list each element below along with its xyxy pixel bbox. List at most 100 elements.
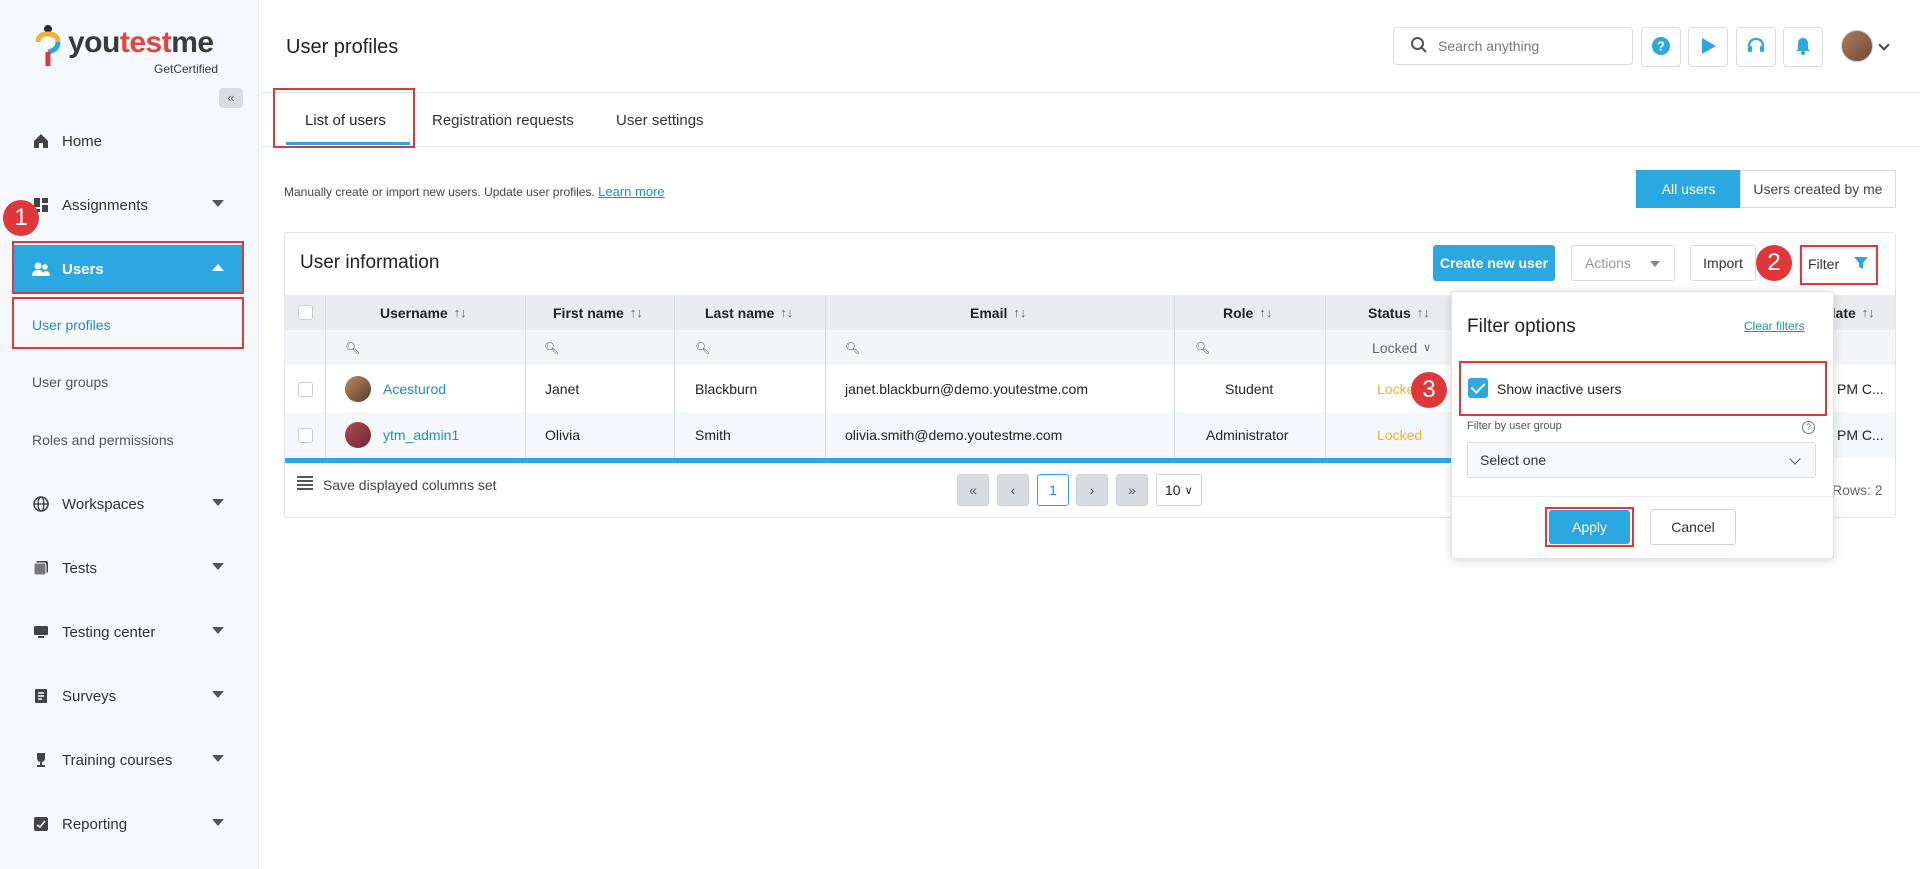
email-filter-search-icon[interactable]: 🔍︎ xyxy=(845,330,860,365)
col-last-name[interactable]: Last name ↑↓ xyxy=(705,295,793,330)
first-page-button[interactable]: « xyxy=(957,474,989,506)
avatar xyxy=(345,376,371,402)
username-link[interactable]: ytm_admin1 xyxy=(383,427,459,443)
create-new-user-button[interactable]: Create new user xyxy=(1433,245,1555,281)
row-checkbox[interactable] xyxy=(298,427,313,443)
chevron-down-icon xyxy=(212,819,224,826)
sidebar-item-label: Assignments xyxy=(62,196,148,214)
chevron-right-icon: › xyxy=(1089,482,1095,498)
search-input[interactable]: Search anything xyxy=(1393,27,1633,65)
last-page-button[interactable]: » xyxy=(1116,474,1148,506)
column-divider xyxy=(1325,295,1326,458)
popup-divider xyxy=(1452,496,1833,497)
first-name-cell: Janet xyxy=(545,381,580,397)
help-button[interactable]: ? xyxy=(1641,27,1681,67)
username-cell: ytm_admin1 xyxy=(345,412,459,458)
step-badge-1: 1 xyxy=(3,200,39,236)
sidebar-item-assignments[interactable]: Assignments xyxy=(14,181,242,229)
chevron-down-icon: ∨ xyxy=(1423,342,1432,354)
col-status[interactable]: Status ↑↓ xyxy=(1368,295,1430,330)
list-icon xyxy=(297,476,313,493)
tabs-divider xyxy=(260,146,1920,147)
sort-icon: ↑↓ xyxy=(1013,305,1027,320)
rows-count: Rows: 2 xyxy=(1832,482,1883,498)
step-badge-2: 2 xyxy=(1756,245,1792,281)
user-avatar[interactable] xyxy=(1841,30,1873,62)
sidebar-item-home[interactable]: Home xyxy=(14,117,242,165)
sidebar-item-label: Home xyxy=(62,132,103,150)
page-size-select[interactable]: 10 ∨ xyxy=(1156,474,1202,506)
globe-icon xyxy=(32,495,50,513)
prev-page-button[interactable]: ‹ xyxy=(997,474,1029,506)
email-cell: olivia.smith@demo.youtestme.com xyxy=(845,427,1063,443)
card-title: User information xyxy=(300,252,440,273)
sidebar-item-testing-center[interactable]: Testing center xyxy=(14,608,242,656)
username-filter-search-icon[interactable]: 🔍︎ xyxy=(345,330,360,365)
col-date[interactable]: date ↑↓ xyxy=(1827,295,1875,330)
step-badge-3: 3 xyxy=(1411,372,1447,408)
chevron-down-icon xyxy=(212,755,224,762)
filter-popup-title: Filter options xyxy=(1467,316,1576,337)
sidebar-item-workspaces[interactable]: Workspaces xyxy=(14,480,242,528)
help-circle-icon[interactable]: ? xyxy=(1802,421,1815,434)
collapse-sidebar-button[interactable]: « xyxy=(219,88,243,108)
tests-icon xyxy=(32,559,50,577)
sidebar-subitem-roles-permissions[interactable]: Roles and permissions xyxy=(14,418,242,462)
sidebar-item-training-courses[interactable]: Training courses xyxy=(14,736,242,784)
sidebar-item-label: Workspaces xyxy=(62,495,145,513)
col-first-name[interactable]: First name ↑↓ xyxy=(553,295,643,330)
select-all-checkbox[interactable] xyxy=(298,305,313,320)
col-first-name-label: First name xyxy=(553,304,624,321)
trophy-icon xyxy=(32,751,50,769)
sidebar-subitem-user-groups[interactable]: User groups xyxy=(14,360,242,404)
logo[interactable]: youtestme GetCertified xyxy=(34,24,234,76)
svg-text:?: ? xyxy=(1657,38,1665,53)
page-description: Manually create or import new users. Upd… xyxy=(284,184,665,199)
col-role-label: Role xyxy=(1223,304,1254,321)
sidebar-item-tests[interactable]: Tests xyxy=(14,544,242,592)
date-cell: PM C... xyxy=(1837,427,1884,443)
tab-registration-requests[interactable]: Registration requests xyxy=(432,112,574,150)
notifications-button[interactable] xyxy=(1783,27,1823,67)
first-name-filter-search-icon[interactable]: 🔍︎ xyxy=(544,330,559,365)
description-text: Manually create or import new users. Upd… xyxy=(284,185,595,199)
clear-filters-link[interactable]: Clear filters xyxy=(1744,319,1805,333)
monitor-icon xyxy=(32,623,50,641)
sidebar-item-surveys[interactable]: Surveys xyxy=(14,672,242,720)
sidebar-item-label: Testing center xyxy=(62,623,156,641)
logo-tagline: GetCertified xyxy=(154,62,219,76)
actions-dropdown[interactable]: Actions xyxy=(1571,245,1675,281)
last-name-filter-search-icon[interactable]: 🔍︎ xyxy=(695,330,710,365)
username-link[interactable]: Acesturod xyxy=(383,381,446,397)
save-columns-button[interactable]: Save displayed columns set xyxy=(297,476,497,493)
import-button[interactable]: Import xyxy=(1690,245,1756,281)
sidebar-item-label: Reporting xyxy=(62,815,128,833)
cancel-button[interactable]: Cancel xyxy=(1650,509,1736,545)
learn-more-link[interactable]: Learn more xyxy=(598,184,664,199)
sidebar-item-reporting[interactable]: Reporting xyxy=(14,800,242,848)
column-divider xyxy=(1174,295,1175,458)
users-created-by-me-toggle[interactable]: Users created by me xyxy=(1740,170,1896,208)
role-filter-search-icon[interactable]: 🔍︎ xyxy=(1195,330,1210,365)
tab-user-settings[interactable]: User settings xyxy=(616,112,704,150)
col-status-label: Status xyxy=(1368,304,1411,321)
col-username[interactable]: Username ↑↓ xyxy=(380,295,467,330)
col-role[interactable]: Role ↑↓ xyxy=(1223,295,1272,330)
row-checkbox[interactable] xyxy=(298,381,313,397)
sort-icon: ↑↓ xyxy=(1259,305,1273,320)
highlight-box-list-of-users xyxy=(273,88,415,148)
play-tour-button[interactable] xyxy=(1688,27,1728,67)
horizontal-scrollbar[interactable] xyxy=(285,458,1453,463)
all-users-toggle[interactable]: All users xyxy=(1636,170,1741,208)
chevron-down-icon[interactable] xyxy=(1878,39,1890,51)
page-title: User profiles xyxy=(286,36,399,58)
col-email[interactable]: Email ↑↓ xyxy=(970,295,1026,330)
column-divider xyxy=(325,295,326,458)
user-group-select[interactable]: Select one xyxy=(1467,442,1816,478)
next-page-button[interactable]: › xyxy=(1076,474,1108,506)
page-number-button[interactable]: 1 xyxy=(1037,474,1069,506)
support-button[interactable] xyxy=(1736,27,1776,67)
status-filter-select[interactable]: Locked ∨ xyxy=(1372,330,1431,365)
sidebar-item-label: Training courses xyxy=(62,751,173,769)
username-cell: Acesturod xyxy=(345,366,446,412)
